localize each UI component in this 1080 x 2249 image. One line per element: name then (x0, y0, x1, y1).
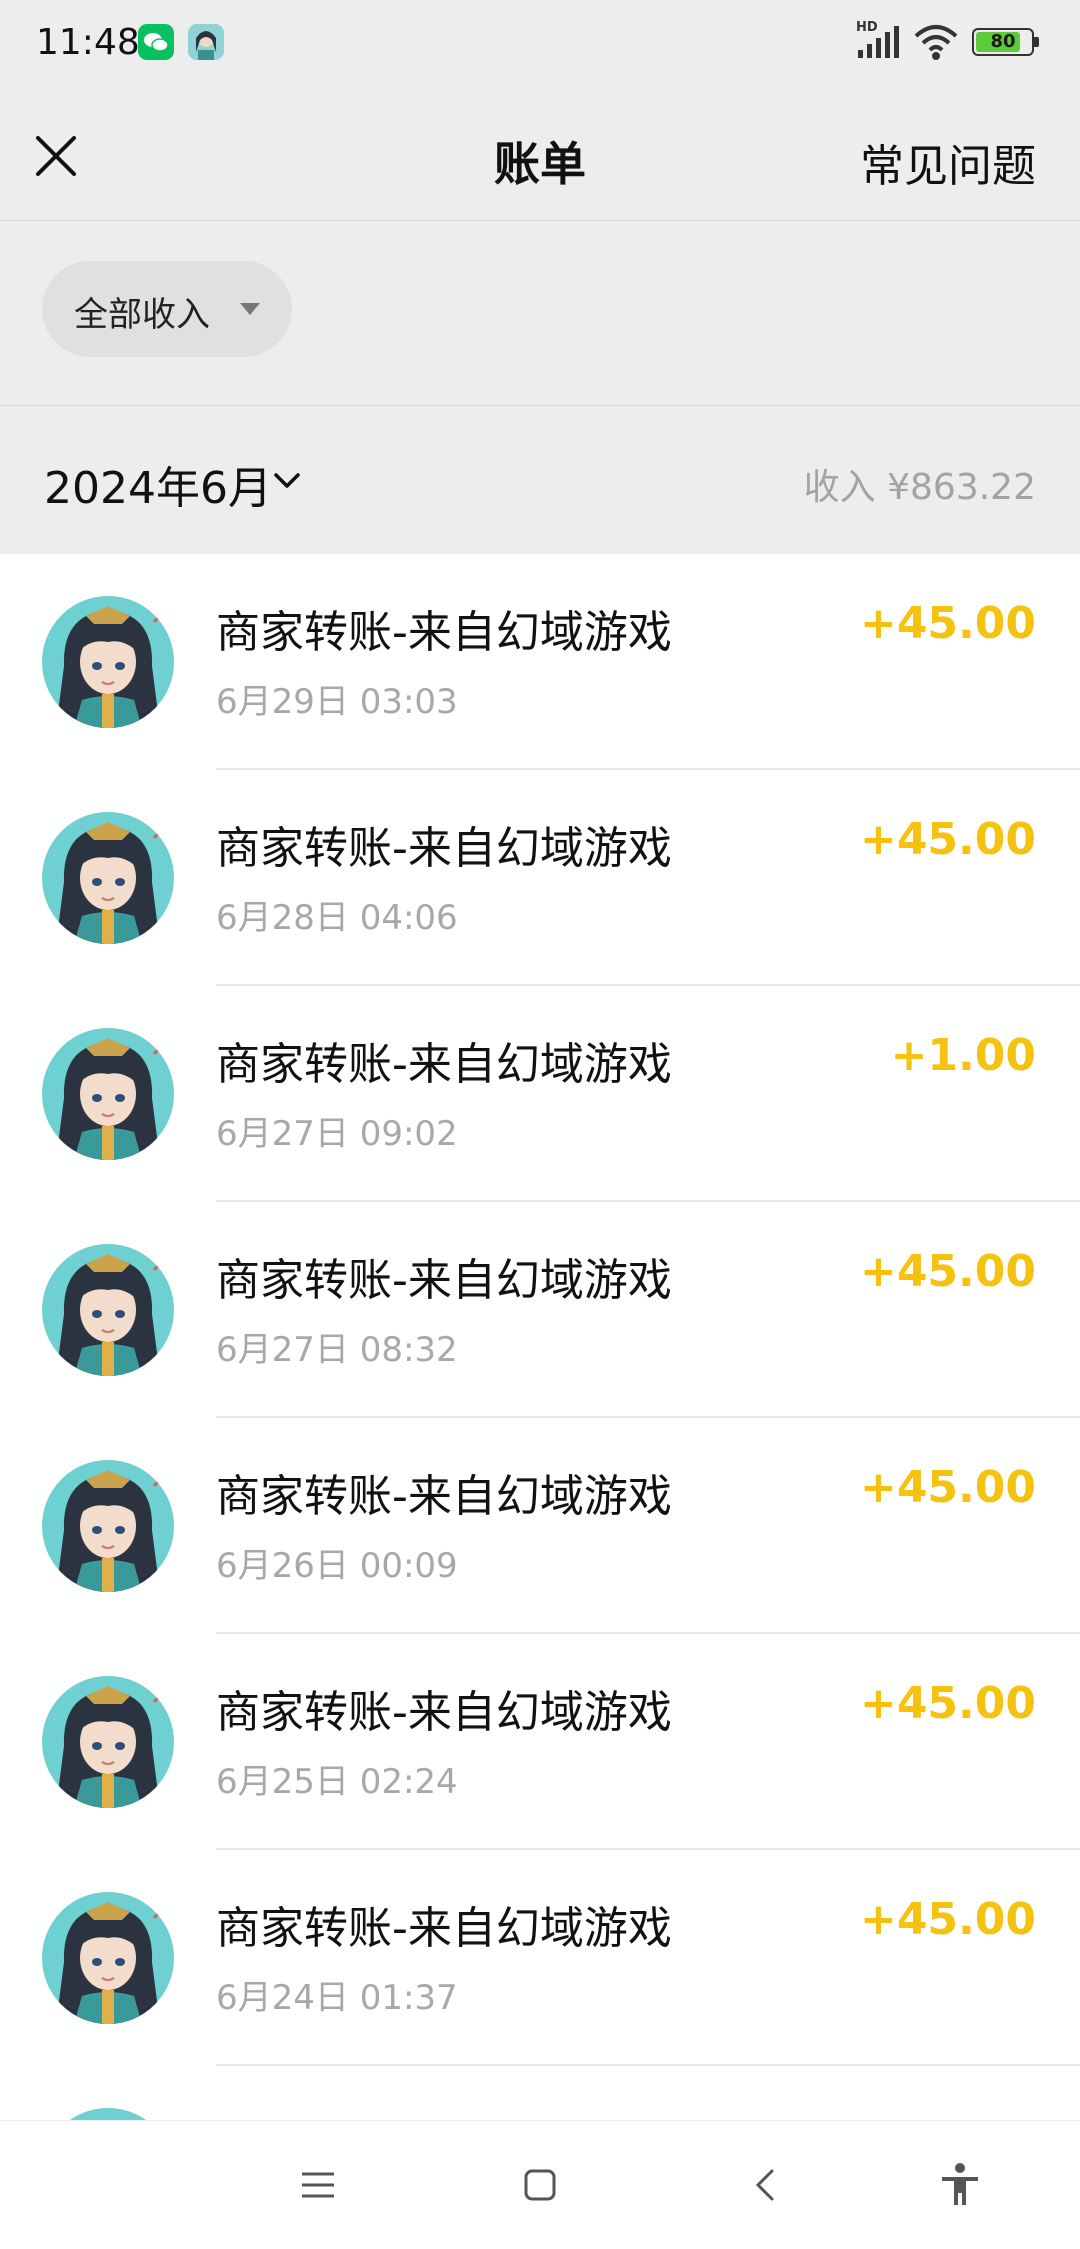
list-item[interactable]: 商家转账-来自幻域游戏 6月28日 04:06 +45.00 (0, 770, 1080, 986)
avatar (42, 1676, 174, 1808)
month-header: 2024年6月 收入 ¥863.22 (0, 406, 1080, 554)
nav-bar: 账单 常见问题 (0, 88, 1080, 221)
transaction-time: 6月29日 03:03 (216, 682, 458, 722)
chevron-down-icon[interactable] (272, 466, 302, 496)
transaction-amount: +45.00 (859, 814, 1036, 865)
transaction-time: 6月24日 01:37 (216, 1978, 458, 2018)
avatar (42, 1244, 174, 1376)
battery-level: 80 (990, 31, 1016, 52)
back-icon[interactable] (740, 2159, 792, 2211)
transaction-amount: +45.00 (859, 1894, 1036, 1945)
list-item[interactable]: 商家转账-来自幻域游戏 6月27日 08:32 +45.00 (0, 1202, 1080, 1418)
income-summary: 收入 ¥863.22 (803, 467, 1036, 508)
avatar (42, 1892, 174, 2024)
transaction-time: 6月28日 04:06 (216, 898, 458, 938)
transaction-time: 6月27日 08:32 (216, 1330, 458, 1370)
list-item[interactable]: 商家转账-来自幻域游戏 6月25日 02:24 +45.00 (0, 1634, 1080, 1850)
battery-icon: 80 (972, 28, 1042, 58)
avatar (42, 596, 174, 728)
transaction-title: 商家转账-来自幻域游戏 (216, 1687, 672, 1738)
avatar (42, 1028, 174, 1160)
status-time: 11:48 (36, 22, 140, 63)
transaction-title: 商家转账-来自幻域游戏 (216, 1255, 672, 1306)
transaction-amount: +1.00 (890, 1030, 1036, 1081)
avatar (42, 1460, 174, 1592)
caret-down-icon (240, 303, 260, 315)
transaction-amount: +45.00 (859, 1678, 1036, 1729)
transaction-time: 6月25日 02:24 (216, 1762, 458, 1802)
menu-icon[interactable] (292, 2159, 344, 2211)
list-item[interactable]: 商家转账-来自幻域游戏 6月26日 00:09 +45.00 (0, 1418, 1080, 1634)
transaction-time: 6月27日 09:02 (216, 1114, 458, 1154)
wifi-icon (914, 22, 958, 62)
avatar-notification-icon (188, 24, 224, 60)
wechat-icon (138, 24, 174, 60)
transaction-title: 商家转账-来自幻域游戏 (216, 1039, 672, 1090)
month-selector[interactable]: 2024年6月 (44, 452, 272, 516)
list-item[interactable]: 商家转账-来自幻域游戏 6月24日 01:37 +45.00 (0, 1850, 1080, 2066)
faq-button[interactable]: 常见问题 (860, 130, 1036, 194)
income-filter-dropdown[interactable]: 全部收入 (42, 261, 292, 357)
accessibility-icon[interactable] (934, 2159, 986, 2211)
transaction-time: 6月26日 00:09 (216, 1546, 458, 1586)
system-nav-bar (0, 2120, 1080, 2249)
transaction-list: 商家转账-来自幻域游戏 6月29日 03:03 +45.00 商家转账-来自幻域… (0, 554, 1080, 2066)
list-item[interactable]: 商家转账-来自幻域游戏 6月29日 03:03 +45.00 (0, 554, 1080, 770)
avatar (42, 812, 174, 944)
home-icon[interactable] (514, 2159, 566, 2211)
list-item[interactable]: 商家转账-来自幻域游戏 6月27日 09:02 +1.00 (0, 986, 1080, 1202)
status-bar: 11:48 HD 80 (0, 0, 1080, 88)
transaction-title: 商家转账-来自幻域游戏 (216, 823, 672, 874)
avatar (42, 2108, 174, 2120)
transaction-title: 商家转账-来自幻域游戏 (216, 1903, 672, 1954)
transaction-amount: +45.00 (859, 1246, 1036, 1297)
filter-bar: 全部收入 (0, 221, 1080, 406)
transaction-amount: +45.00 (859, 598, 1036, 649)
signal-icon: HD (856, 20, 902, 64)
transaction-amount: +45.00 (859, 1462, 1036, 1513)
filter-label: 全部收入 (74, 295, 210, 335)
transaction-title: 商家转账-来自幻域游戏 (216, 1471, 672, 1522)
list-item-partial[interactable] (0, 2066, 1080, 2120)
transaction-title: 商家转账-来自幻域游戏 (216, 607, 672, 658)
